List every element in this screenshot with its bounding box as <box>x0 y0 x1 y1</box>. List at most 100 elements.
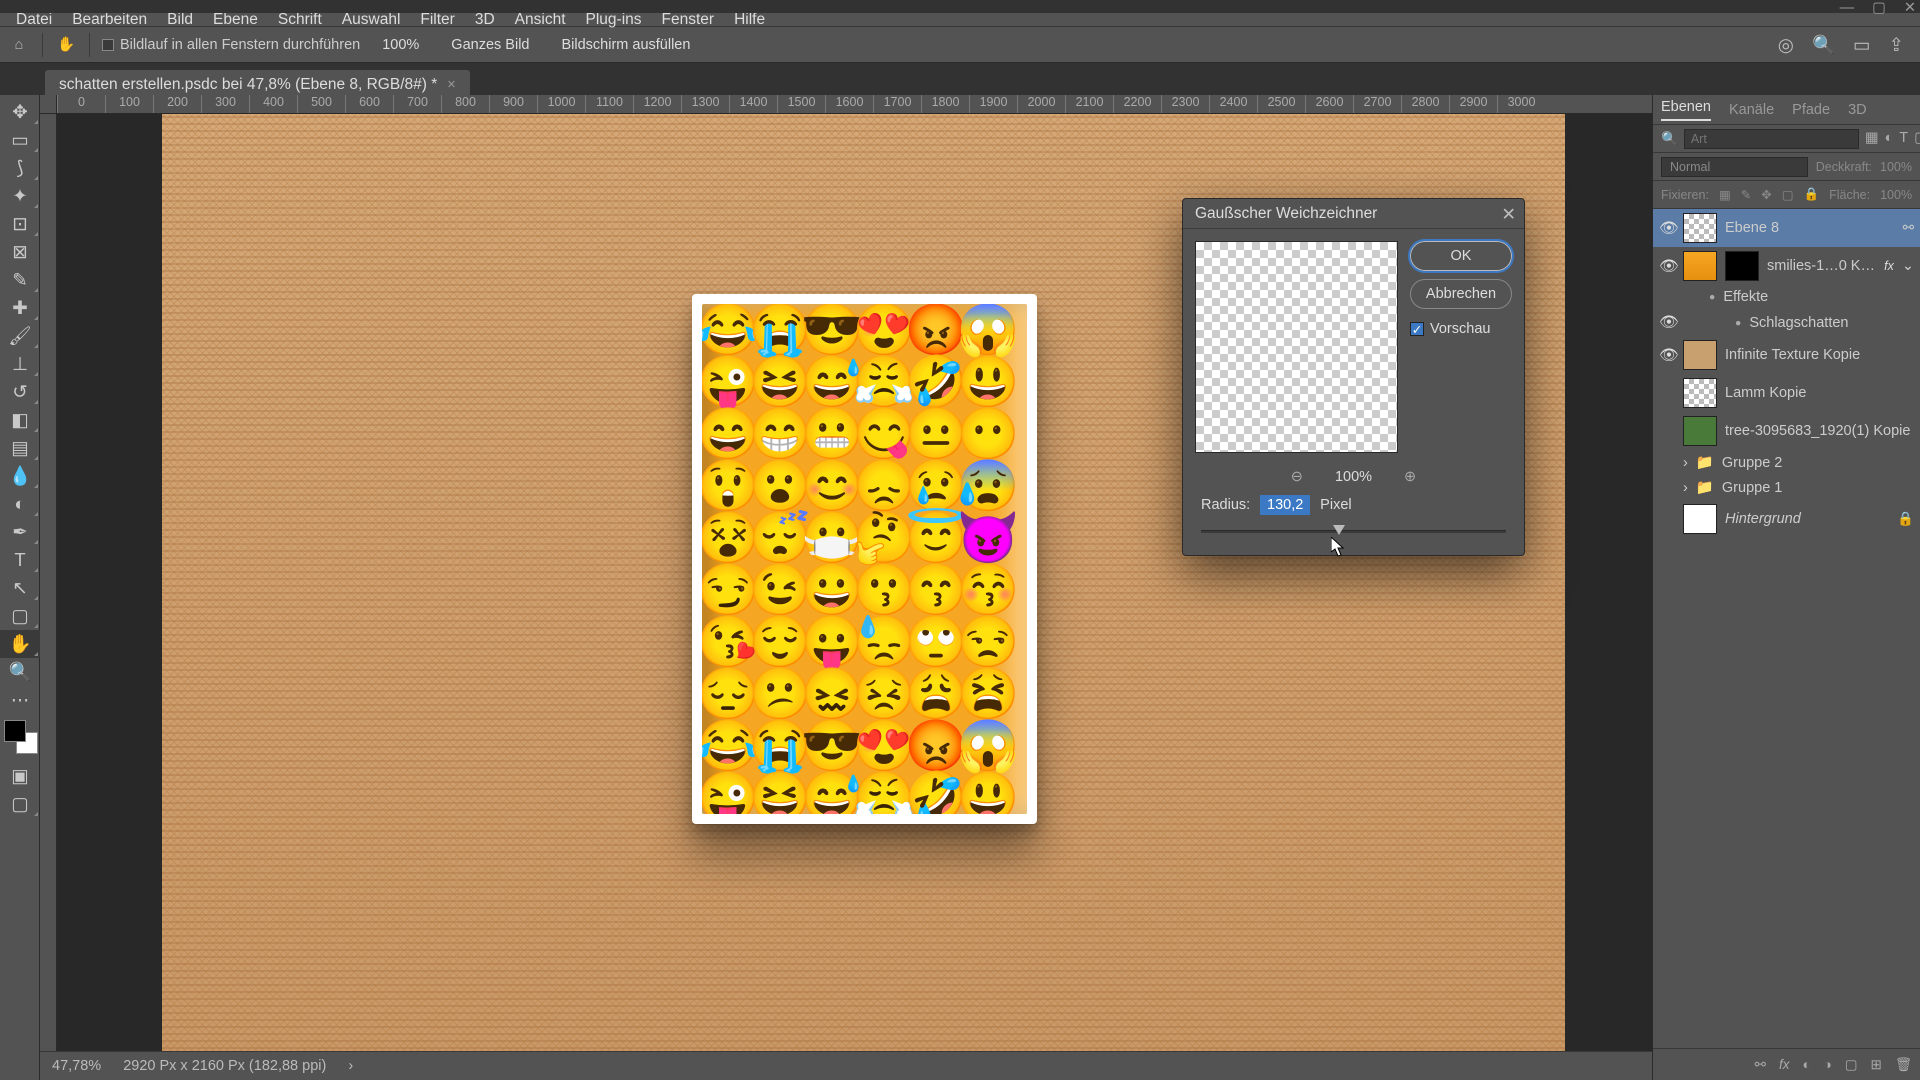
frame-tool[interactable]: ⊠ <box>0 238 40 266</box>
ruler-horizontal[interactable]: 0100200300400500600700800900100011001200… <box>57 95 1652 114</box>
menu-datei[interactable]: Datei <box>6 11 62 29</box>
menu-3d[interactable]: 3D <box>465 11 505 29</box>
layer-visibility-icon[interactable]: 👁 <box>1659 313 1675 332</box>
layer-name[interactable]: Infinite Texture Kopie <box>1725 347 1914 363</box>
new-layer-icon[interactable]: ⊞ <box>1871 1057 1882 1073</box>
menu-fenster[interactable]: Fenster <box>652 11 725 29</box>
delete-layer-icon[interactable]: 🗑 <box>1895 1057 1912 1073</box>
workspace-switcher-icon[interactable]: ▭ <box>1853 34 1870 56</box>
fill-screen-button[interactable]: Bildschirm ausfüllen <box>551 35 700 55</box>
menu-bearbeiten[interactable]: Bearbeiten <box>62 11 157 29</box>
layer-row[interactable]: ●Effekte <box>1653 285 1920 309</box>
layer-name[interactable]: Gruppe 2 <box>1722 455 1914 471</box>
layer-row[interactable]: tree-3095683_1920(1) Kopie <box>1653 412 1920 450</box>
dialog-titlebar[interactable]: Gaußscher Weichzeichner ✕ <box>1183 199 1524 229</box>
group-chevron-icon[interactable]: › <box>1683 480 1688 496</box>
layer-filter-icon[interactable]: 🔍 <box>1661 131 1678 147</box>
hand-tool[interactable]: ✋ <box>0 630 40 658</box>
lock-all-icon[interactable]: 🔒 <box>1804 187 1820 202</box>
shape-tool[interactable]: ▢ <box>0 602 40 630</box>
opacity-value[interactable]: 100% <box>1880 160 1912 174</box>
layer-row[interactable]: 👁Ebene 8⚯ <box>1653 209 1920 247</box>
filter-type-icon[interactable]: T <box>1899 130 1908 148</box>
path-select-tool[interactable]: ↖ <box>0 574 40 602</box>
layer-row[interactable]: ›📁Gruppe 2 <box>1653 450 1920 475</box>
radius-input[interactable] <box>1260 495 1310 515</box>
layer-row[interactable]: Hintergrund🔒 <box>1653 500 1920 538</box>
foreground-color[interactable] <box>4 720 26 742</box>
filter-adjust-icon[interactable]: ◐ <box>1885 130 1894 148</box>
magic-wand-tool[interactable]: ✦ <box>0 182 40 210</box>
blur-tool[interactable]: 💧 <box>0 462 40 490</box>
eraser-tool[interactable]: ◧ <box>0 406 40 434</box>
new-group-icon[interactable]: ▢ <box>1845 1057 1858 1073</box>
ruler-origin[interactable] <box>40 95 57 114</box>
panel-tab-pfade[interactable]: Pfade <box>1792 102 1830 118</box>
maximize-button[interactable]: ▢ <box>1872 0 1886 16</box>
layer-thumbnail[interactable] <box>1683 378 1717 408</box>
layer-visibility-icon[interactable]: 👁 <box>1659 257 1675 276</box>
history-brush-tool[interactable]: ↺ <box>0 378 40 406</box>
zoom-tool[interactable]: 🔍 <box>0 658 40 686</box>
layer-mask-icon[interactable]: ◐ <box>1802 1057 1810 1072</box>
lock-paint-icon[interactable]: ✎ <box>1741 187 1751 202</box>
healing-tool[interactable]: ✚ <box>0 294 40 322</box>
preview-zoom-in[interactable]: ⊕ <box>1404 469 1416 485</box>
crop-tool[interactable]: ⊡ <box>0 210 40 238</box>
menu-auswahl[interactable]: Auswahl <box>332 11 411 29</box>
status-zoom[interactable]: 47,78% <box>52 1058 101 1074</box>
layer-thumbnail[interactable] <box>1683 504 1717 534</box>
edit-toolbar[interactable]: ⋯ <box>0 686 40 714</box>
layer-row[interactable]: Lamm Kopie <box>1653 374 1920 412</box>
cloud-status-icon[interactable]: ◎ <box>1778 34 1794 56</box>
lock-icon[interactable]: 🔒 <box>1897 511 1914 527</box>
move-tool[interactable]: ✥ <box>0 98 40 126</box>
dodge-tool[interactable]: ◐ <box>0 490 40 518</box>
menu-plug-ins[interactable]: Plug-ins <box>576 11 652 29</box>
close-button[interactable]: ✕ <box>1904 0 1916 16</box>
layer-name[interactable]: Lamm Kopie <box>1725 385 1914 401</box>
layer-thumbnail[interactable] <box>1683 251 1717 281</box>
stamp-tool[interactable]: ⊥ <box>0 350 40 378</box>
layer-thumbnail[interactable] <box>1683 213 1717 243</box>
lock-position-icon[interactable]: ✥ <box>1761 187 1771 202</box>
color-swatches[interactable] <box>0 718 40 762</box>
layer-fx-badge[interactable]: fx <box>1884 259 1894 273</box>
lock-pixels-icon[interactable]: ▦ <box>1719 187 1731 202</box>
menu-schrift[interactable]: Schrift <box>268 11 332 29</box>
marquee-tool[interactable]: ▭ <box>0 126 40 154</box>
eyedropper-tool[interactable]: ✎ <box>0 266 40 294</box>
layer-row[interactable]: 👁 Infinite Texture Kopie <box>1653 336 1920 374</box>
link-layers-icon[interactable]: ⚯ <box>1755 1057 1766 1073</box>
pen-tool[interactable]: ✒ <box>0 518 40 546</box>
close-tab-icon[interactable]: × <box>447 77 455 93</box>
layer-visibility-icon[interactable]: 👁 <box>1659 219 1675 238</box>
blend-mode-select[interactable]: Normal <box>1661 157 1808 177</box>
group-chevron-icon[interactable]: › <box>1683 455 1688 471</box>
home-button[interactable]: ⌂ <box>8 34 30 56</box>
filter-pixel-icon[interactable]: ▦ <box>1865 130 1879 148</box>
panel-tab-ebenen[interactable]: Ebenen <box>1661 99 1711 121</box>
minimize-button[interactable]: — <box>1840 0 1855 16</box>
layer-name[interactable]: Effekte <box>1723 289 1914 305</box>
share-icon[interactable]: ⇪ <box>1888 34 1904 56</box>
layer-mask-thumbnail[interactable] <box>1725 251 1759 281</box>
panel-tab-3d[interactable]: 3D <box>1848 102 1867 118</box>
layer-thumbnail[interactable] <box>1683 416 1717 446</box>
layer-fx-icon[interactable]: fx <box>1779 1057 1790 1072</box>
layer-filter-input[interactable] <box>1684 129 1859 149</box>
layer-thumbnail[interactable] <box>1683 340 1717 370</box>
lock-artboard-icon[interactable]: ▢ <box>1782 187 1794 202</box>
menu-ansicht[interactable]: Ansicht <box>505 11 576 29</box>
status-chevron-icon[interactable]: › <box>348 1058 353 1074</box>
layer-name[interactable]: smilies-1…0 Kopie 2 <box>1767 258 1876 274</box>
hand-tool-indicator[interactable]: ✋ <box>55 34 77 56</box>
layer-visibility-icon[interactable]: 👁 <box>1659 346 1675 365</box>
preview-checkbox[interactable]: ✓Vorschau <box>1410 321 1512 337</box>
ruler-vertical[interactable] <box>40 114 57 1051</box>
screen-mode-toggle[interactable]: ▢ <box>0 790 40 818</box>
dialog-close-icon[interactable]: ✕ <box>1501 204 1516 225</box>
radius-slider[interactable] <box>1201 525 1506 539</box>
menu-ebene[interactable]: Ebene <box>203 11 268 29</box>
filter-shape-icon[interactable]: ▢ <box>1914 130 1920 148</box>
